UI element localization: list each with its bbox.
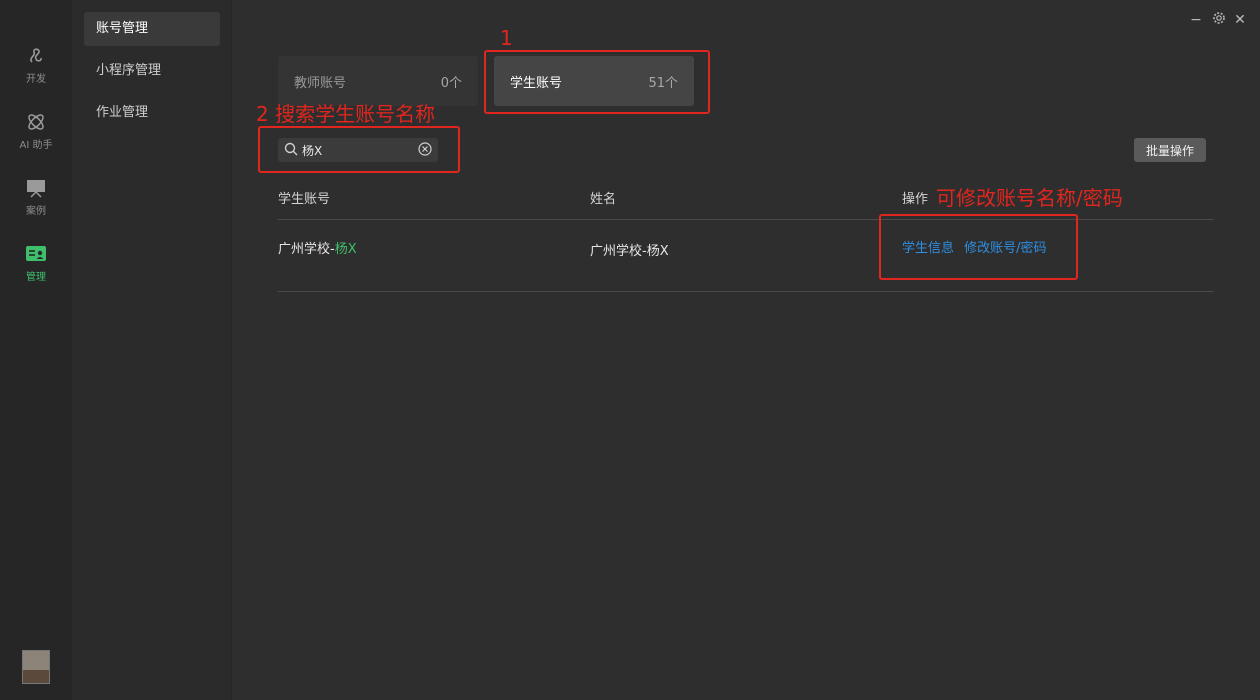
avatar[interactable]	[22, 650, 50, 684]
gear-icon	[1212, 11, 1226, 29]
rail-item-manage[interactable]: 管理	[0, 242, 72, 298]
tab-count: 0个	[440, 75, 462, 91]
annotation-step-3: 可修改账号名称/密码	[936, 186, 1123, 210]
settings-button[interactable]	[1209, 10, 1229, 30]
submenu-item-homework[interactable]: 作业管理	[84, 96, 220, 130]
dev-icon	[24, 44, 48, 68]
row-divider	[278, 291, 1214, 292]
batch-operation-button[interactable]: 批量操作	[1134, 138, 1206, 162]
tab-label: 教师账号	[294, 75, 347, 91]
account-highlight: 杨X	[334, 242, 357, 257]
annotation-step-2: 2 搜索学生账号名称	[256, 102, 436, 126]
rail-item-dev[interactable]: 开发	[0, 44, 72, 100]
submenu-item-account[interactable]: 账号管理	[84, 12, 220, 46]
cell-account: 广州学校-杨X	[278, 238, 357, 257]
cell-name: 广州学校-杨X	[590, 244, 669, 259]
rail-item-label: 案例	[26, 206, 46, 217]
icon-rail: 开发 AI 助手 案例 管理	[0, 0, 72, 700]
rail-item-ai-assistant[interactable]: AI 助手	[0, 110, 72, 166]
rail-item-label: 管理	[26, 272, 46, 283]
ai-assistant-icon	[24, 110, 48, 134]
account-prefix: 广州学校-	[278, 242, 335, 257]
case-icon	[24, 176, 48, 200]
annotation-box-search	[258, 126, 460, 173]
rail-item-case[interactable]: 案例	[0, 176, 72, 232]
close-button[interactable]: ✕	[1230, 10, 1250, 30]
annotation-box-tab	[484, 50, 710, 114]
annotation-step-1: 1	[500, 26, 513, 50]
rail-item-label: 开发	[26, 74, 46, 85]
column-header-actions: 操作	[902, 192, 929, 207]
column-header-name: 姓名	[590, 192, 617, 207]
submenu: 账号管理 小程序管理 作业管理	[72, 0, 232, 700]
column-header-account: 学生账号	[278, 192, 331, 207]
minimize-button[interactable]: −	[1186, 10, 1206, 30]
annotation-box-actions	[879, 214, 1078, 280]
manage-icon	[24, 242, 48, 266]
submenu-item-miniprogram[interactable]: 小程序管理	[84, 54, 220, 88]
rail-item-label: AI 助手	[19, 140, 53, 151]
